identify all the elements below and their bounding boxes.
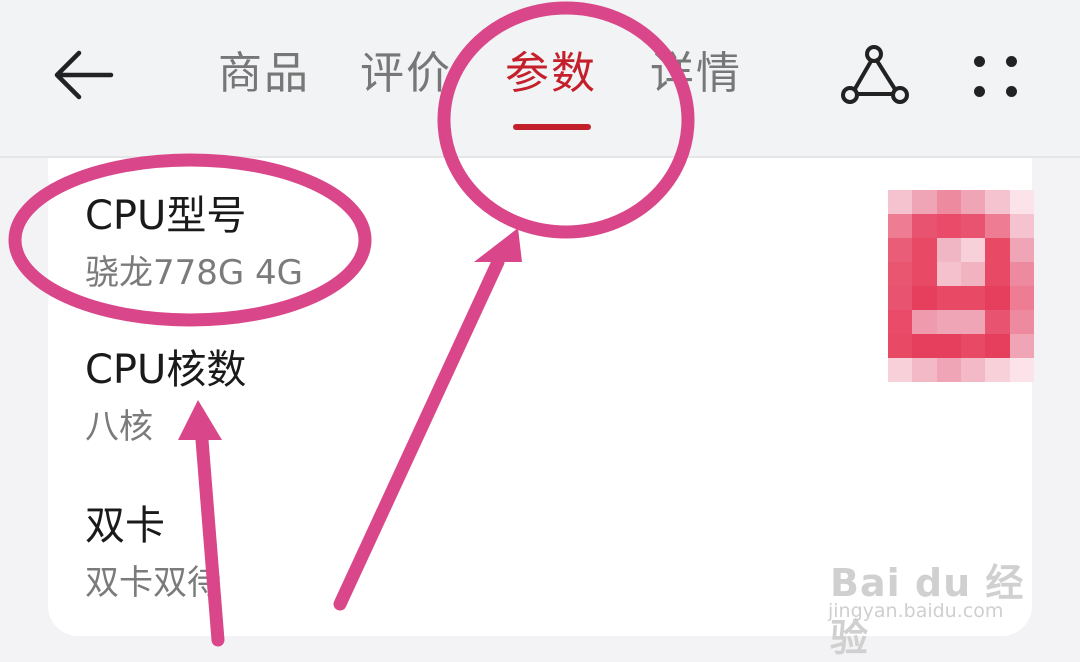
thumbnail-pixel	[936, 190, 961, 214]
thumbnail-pixel	[1009, 334, 1034, 358]
active-tab-indicator	[513, 124, 591, 130]
thumbnail-pixel	[961, 190, 986, 214]
tab-details[interactable]: 详情	[650, 46, 742, 102]
thumbnail-pixel	[912, 238, 937, 262]
thumbnail-pixel	[961, 310, 986, 334]
thumbnail-pixel	[912, 214, 937, 238]
thumbnail-pixel	[985, 262, 1010, 286]
more-button[interactable]	[966, 48, 1026, 108]
thumbnail-pixel	[936, 286, 961, 310]
thumbnail-pixel	[912, 286, 937, 310]
thumbnail-pixel	[912, 190, 937, 214]
thumbnail-pixel	[936, 238, 961, 262]
thumbnail-pixel	[936, 214, 961, 238]
thumbnail-pixel	[888, 310, 913, 334]
thumbnail-pixel	[888, 214, 913, 238]
thumbnail-pixel	[985, 310, 1010, 334]
product-thumbnail-pixelated	[888, 190, 1034, 382]
thumbnail-pixel	[1009, 238, 1034, 262]
thumbnail-pixel	[1009, 262, 1034, 286]
back-button[interactable]	[48, 40, 118, 110]
thumbnail-pixel	[888, 334, 913, 358]
thumbnail-pixel	[936, 310, 961, 334]
thumbnail-pixel	[1009, 190, 1034, 214]
thumbnail-pixel	[961, 262, 986, 286]
thumbnail-pixel	[1009, 310, 1034, 334]
thumbnail-pixel	[1009, 286, 1034, 310]
thumbnail-pixel	[985, 286, 1010, 310]
thumbnail-pixel	[985, 214, 1010, 238]
thumbnail-pixel	[912, 358, 937, 382]
param-value-cpu-cores: 八核	[85, 407, 153, 447]
tab-product[interactable]: 商品	[218, 46, 310, 102]
thumbnail-pixel	[961, 334, 986, 358]
thumbnail-pixel	[961, 238, 986, 262]
thumbnail-pixel	[961, 214, 986, 238]
top-nav-bar: 商品 评价 参数 详情	[0, 0, 1080, 158]
thumbnail-pixel	[888, 286, 913, 310]
thumbnail-pixel	[1009, 358, 1034, 382]
thumbnail-pixel	[961, 358, 986, 382]
thumbnail-pixel	[888, 190, 913, 214]
thumbnail-pixel	[936, 262, 961, 286]
param-value-cpu-model: 骁龙778G 4G	[85, 253, 304, 293]
param-name-dual-sim: 双卡	[85, 503, 165, 549]
watermark-url: jingyan.baidu.com	[828, 600, 1004, 622]
baidu-jingyan-watermark: Bai du 经验 jingyan.baidu.com	[826, 540, 1026, 660]
thumbnail-pixel	[936, 334, 961, 358]
param-value-dual-sim: 双卡双待	[85, 563, 221, 603]
back-arrow-icon	[54, 50, 114, 100]
thumbnail-pixel	[985, 190, 1010, 214]
tab-reviews[interactable]: 评价	[360, 46, 452, 102]
param-name-cpu-model: CPU型号	[85, 193, 247, 239]
thumbnail-pixel	[888, 262, 913, 286]
thumbnail-pixel	[888, 238, 913, 262]
thumbnail-pixel	[888, 358, 913, 382]
param-name-cpu-cores: CPU核数	[85, 347, 247, 393]
thumbnail-pixel	[936, 358, 961, 382]
share-button[interactable]	[836, 38, 916, 118]
thumbnail-pixel	[912, 310, 937, 334]
tab-params[interactable]: 参数	[505, 46, 597, 102]
thumbnail-pixel	[961, 286, 986, 310]
thumbnail-pixel	[912, 262, 937, 286]
thumbnail-pixel	[1009, 214, 1034, 238]
thumbnail-pixel	[912, 334, 937, 358]
share-icon	[841, 45, 909, 104]
thumbnail-pixel	[985, 334, 1010, 358]
thumbnail-pixel	[985, 358, 1010, 382]
thumbnail-pixel	[985, 238, 1010, 262]
